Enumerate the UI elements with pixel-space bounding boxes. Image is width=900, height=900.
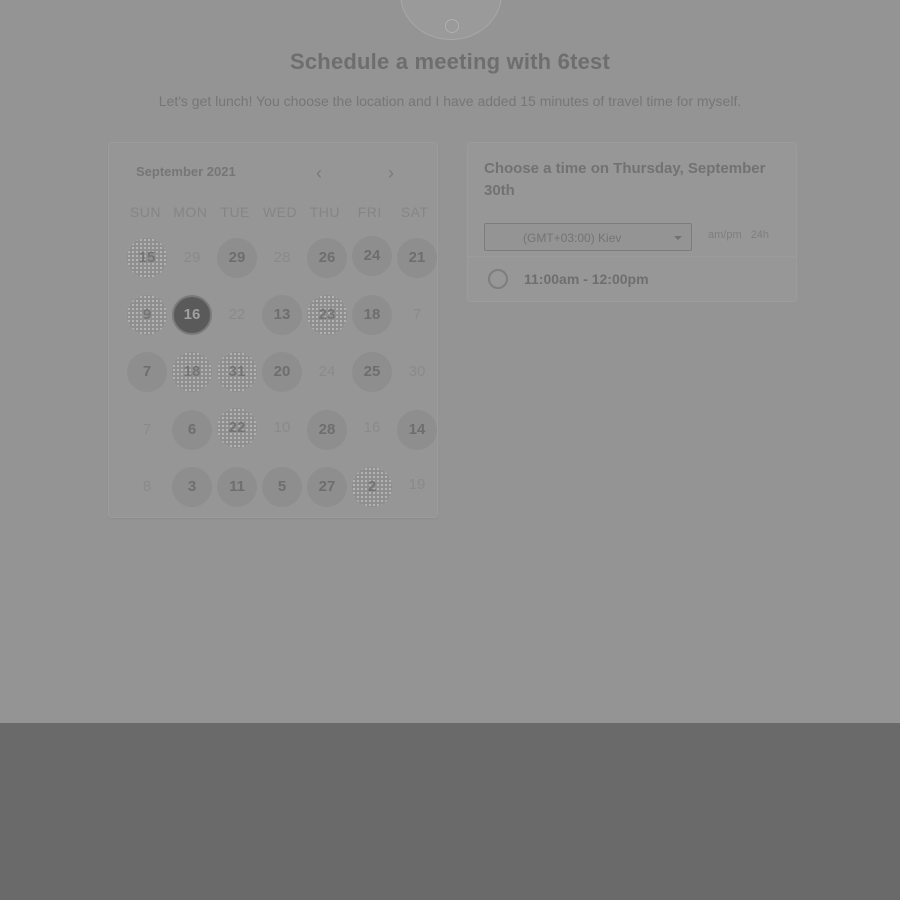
calendar-day: 19 bbox=[408, 476, 426, 493]
divider bbox=[467, 256, 795, 257]
avatar bbox=[400, 0, 502, 40]
calendar-day[interactable]: 6 bbox=[172, 410, 212, 450]
calendar-day[interactable]: 7 bbox=[127, 352, 167, 392]
next-month-button[interactable]: › bbox=[379, 163, 403, 183]
time-slot[interactable]: 11:00am - 12:00pm bbox=[484, 265, 784, 295]
timezone-select[interactable]: (GMT+03:00) Kiev bbox=[484, 223, 692, 251]
calendar-day[interactable]: 22 bbox=[217, 408, 257, 448]
calendar-day[interactable]: 11 bbox=[217, 467, 257, 507]
time-heading: Choose a time on Thursday, September 30t… bbox=[484, 160, 766, 199]
calendar-day[interactable]: 23 bbox=[307, 295, 347, 335]
calendar-day: 16 bbox=[363, 419, 381, 436]
calendar-day: 7 bbox=[142, 421, 152, 438]
time-format-toggle: am/pm 24h bbox=[708, 229, 775, 241]
calendar-day[interactable]: 20 bbox=[262, 352, 302, 392]
calendar-day-selected[interactable]: 16 bbox=[172, 295, 212, 335]
timezone-value: (GMT+03:00) Kiev bbox=[523, 231, 622, 245]
prev-month-button[interactable]: ‹ bbox=[307, 163, 331, 183]
calendar-day: 30 bbox=[408, 363, 426, 380]
month-label: September 2021 bbox=[136, 164, 236, 179]
calendar-day[interactable]: 25 bbox=[352, 352, 392, 392]
calendar-day[interactable]: 5 bbox=[262, 467, 302, 507]
calendar-day[interactable]: 31 bbox=[217, 352, 257, 392]
calendar-day[interactable]: 24 bbox=[352, 236, 392, 276]
caret-down-icon bbox=[674, 236, 682, 240]
calendar-day[interactable]: 9 bbox=[127, 295, 167, 335]
chevron-left-icon: ‹ bbox=[316, 163, 322, 183]
calendar-day: 22 bbox=[228, 306, 246, 323]
calendar-day: 10 bbox=[273, 419, 291, 436]
calendar-day[interactable]: 18 bbox=[172, 352, 212, 392]
calendar-day[interactable]: 3 bbox=[172, 467, 212, 507]
calendar-day[interactable]: 15 bbox=[127, 238, 167, 278]
calendar-day: 29 bbox=[183, 249, 201, 266]
time-picker-card: Choose a time on Thursday, September 30t… bbox=[467, 142, 797, 302]
calendar-card: September 2021 ‹ › SUN MON TUE WED THU F… bbox=[108, 142, 438, 518]
avatar-icon bbox=[445, 19, 459, 33]
page-subtitle: Let's get lunch! You choose the location… bbox=[158, 93, 742, 109]
weekday-sun: SUN bbox=[129, 204, 161, 220]
calendar-day: 24 bbox=[318, 363, 336, 380]
calendar-day[interactable]: 2 bbox=[352, 467, 392, 507]
page-overlay: Schedule a meeting with 6test Let's get … bbox=[0, 0, 900, 723]
page-title: Schedule a meeting with 6test bbox=[290, 49, 610, 74]
weekday-mon: MON bbox=[173, 204, 208, 220]
format-24h-option[interactable]: 24h bbox=[751, 229, 769, 241]
weekday-thu: THU bbox=[309, 204, 340, 220]
weekday-header: SUN MON TUE WED THU FRI SAT bbox=[123, 204, 437, 220]
calendar-day[interactable]: 26 bbox=[307, 238, 347, 278]
radio-icon[interactable] bbox=[488, 269, 508, 289]
weekday-sat: SAT bbox=[400, 204, 429, 220]
calendar-day[interactable]: 18 bbox=[352, 295, 392, 335]
calendar-day[interactable]: 27 bbox=[307, 467, 347, 507]
calendar-day[interactable]: 13 bbox=[262, 295, 302, 335]
calendar-day: 7 bbox=[412, 306, 422, 323]
chevron-right-icon: › bbox=[388, 163, 394, 183]
weekday-tue: TUE bbox=[220, 204, 250, 220]
time-slot-label: 11:00am - 12:00pm bbox=[524, 271, 649, 287]
format-ampm-option[interactable]: am/pm bbox=[708, 229, 742, 241]
calendar-day[interactable]: 29 bbox=[217, 238, 257, 278]
calendar-day: 8 bbox=[142, 478, 152, 495]
calendar-day[interactable]: 28 bbox=[307, 410, 347, 450]
calendar-day[interactable]: 14 bbox=[397, 410, 437, 450]
weekday-wed: WED bbox=[262, 204, 298, 220]
calendar-day: 28 bbox=[273, 249, 291, 266]
weekday-fri: FRI bbox=[357, 204, 382, 220]
calendar-day[interactable]: 21 bbox=[397, 238, 437, 278]
